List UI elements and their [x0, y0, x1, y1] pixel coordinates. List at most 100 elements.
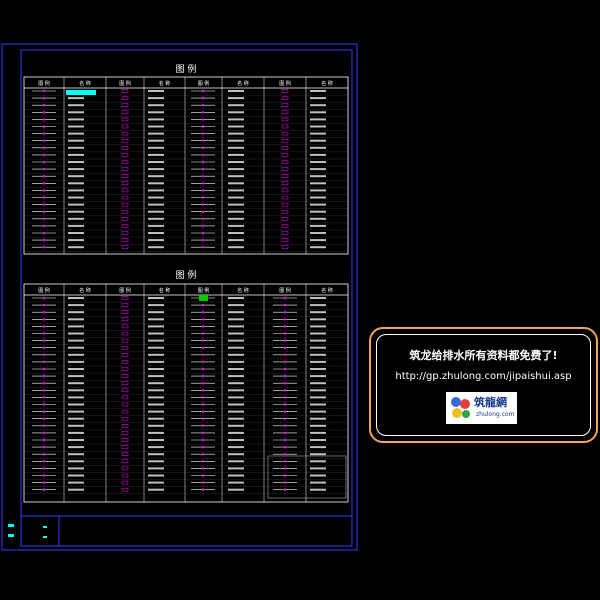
column-header: 图 例	[279, 287, 291, 294]
symbol-mark	[42, 167, 46, 171]
symbol-mark	[283, 296, 287, 300]
column-header: 名 称	[321, 80, 333, 87]
label-mark	[148, 203, 164, 206]
label-mark	[228, 360, 244, 363]
symbol-box	[281, 110, 289, 115]
symbol-mark	[283, 453, 287, 456]
symbol-mark	[201, 139, 205, 142]
label-mark	[310, 325, 326, 328]
symbol-mark	[42, 203, 46, 206]
symbol-mark	[201, 460, 205, 463]
symbol-mark	[201, 160, 205, 164]
label-mark	[68, 467, 84, 470]
symbol-mark	[201, 118, 205, 121]
symbol-mark	[42, 318, 46, 321]
label-mark	[68, 346, 84, 349]
label-mark	[228, 153, 244, 156]
label-mark	[310, 239, 326, 242]
label-mark	[148, 439, 164, 441]
label-mark	[68, 146, 84, 149]
label-mark	[228, 453, 244, 456]
label-mark	[148, 488, 164, 491]
label-mark	[228, 410, 244, 413]
logo-subtext: zhulong.com	[476, 411, 515, 418]
label-mark	[310, 224, 326, 227]
label-mark	[228, 339, 244, 342]
legend-table-top	[23, 76, 349, 255]
label-mark	[68, 474, 84, 477]
label-mark	[68, 368, 84, 370]
symbol-mark	[42, 367, 46, 371]
label-mark	[148, 232, 164, 234]
symbol-mark	[42, 125, 46, 128]
label-mark	[148, 346, 164, 349]
label-mark	[228, 111, 244, 114]
column-header: 图 例	[38, 80, 50, 87]
label-mark	[228, 311, 244, 314]
symbol-box	[121, 96, 129, 100]
symbol-box	[281, 217, 289, 221]
symbol-mark	[283, 389, 287, 392]
cad-drawing-sheet: 图 例名 称图 例名 称图 例名 称图 例名 称 图 例 图 例名 称图 例名 …	[1, 43, 358, 551]
label-mark	[148, 453, 164, 456]
label-mark	[68, 417, 84, 420]
label-mark	[228, 481, 244, 484]
label-mark	[228, 203, 244, 206]
column-header: 名 称	[79, 80, 91, 87]
symbol-box	[121, 324, 129, 329]
symbol-box	[281, 160, 289, 164]
highlight-cell-green	[199, 295, 208, 301]
symbol-box	[281, 231, 289, 235]
symbol-box	[121, 395, 129, 400]
label-mark	[228, 189, 244, 192]
symbol-mark	[201, 396, 205, 399]
label-mark	[228, 467, 244, 470]
symbol-box	[121, 345, 129, 350]
symbol-box	[281, 146, 289, 150]
label-mark	[228, 217, 244, 220]
label-mark	[68, 139, 84, 142]
symbol-box	[121, 89, 129, 93]
banner-url-link[interactable]: http://gp.zhulong.com/jipaishui.asp	[371, 371, 596, 382]
label-mark	[68, 175, 84, 178]
symbol-mark	[201, 389, 205, 392]
symbol-mark	[42, 481, 46, 484]
label-mark	[148, 375, 164, 378]
symbol-box	[121, 202, 129, 207]
label-mark	[148, 139, 164, 142]
label-mark	[228, 375, 244, 378]
title-block-mark	[8, 524, 14, 527]
label-mark	[310, 460, 326, 463]
symbol-mark	[201, 104, 205, 107]
label-mark	[68, 203, 84, 206]
label-mark	[310, 132, 326, 135]
label-mark	[228, 239, 244, 242]
label-mark	[310, 360, 326, 363]
label-mark	[310, 453, 326, 456]
label-mark	[228, 460, 244, 463]
symbol-mark	[42, 303, 46, 307]
column-header: 图 例	[38, 287, 50, 294]
label-mark	[148, 118, 164, 121]
promo-banner[interactable]: 筑龙给排水所有资料都免费了! http://gp.zhulong.com/jip…	[369, 327, 598, 443]
symbol-mark	[42, 175, 46, 178]
label-mark	[148, 474, 164, 477]
symbol-mark	[283, 481, 287, 484]
label-mark	[68, 239, 84, 242]
symbol-mark	[201, 438, 205, 442]
label-mark	[310, 304, 326, 307]
symbol-mark	[283, 445, 287, 449]
symbol-box	[121, 424, 129, 428]
symbol-box	[121, 445, 129, 449]
symbol-mark	[42, 153, 46, 157]
label-mark	[148, 90, 164, 92]
label-mark	[228, 196, 244, 199]
symbol-mark	[42, 196, 46, 199]
banner-title: 筑龙给排水所有资料都免费了!	[409, 349, 558, 362]
label-mark	[148, 297, 164, 299]
symbol-mark	[201, 246, 205, 249]
label-mark	[310, 146, 326, 149]
symbol-mark	[42, 374, 46, 378]
symbol-mark	[201, 474, 205, 477]
symbol-mark	[201, 231, 205, 235]
